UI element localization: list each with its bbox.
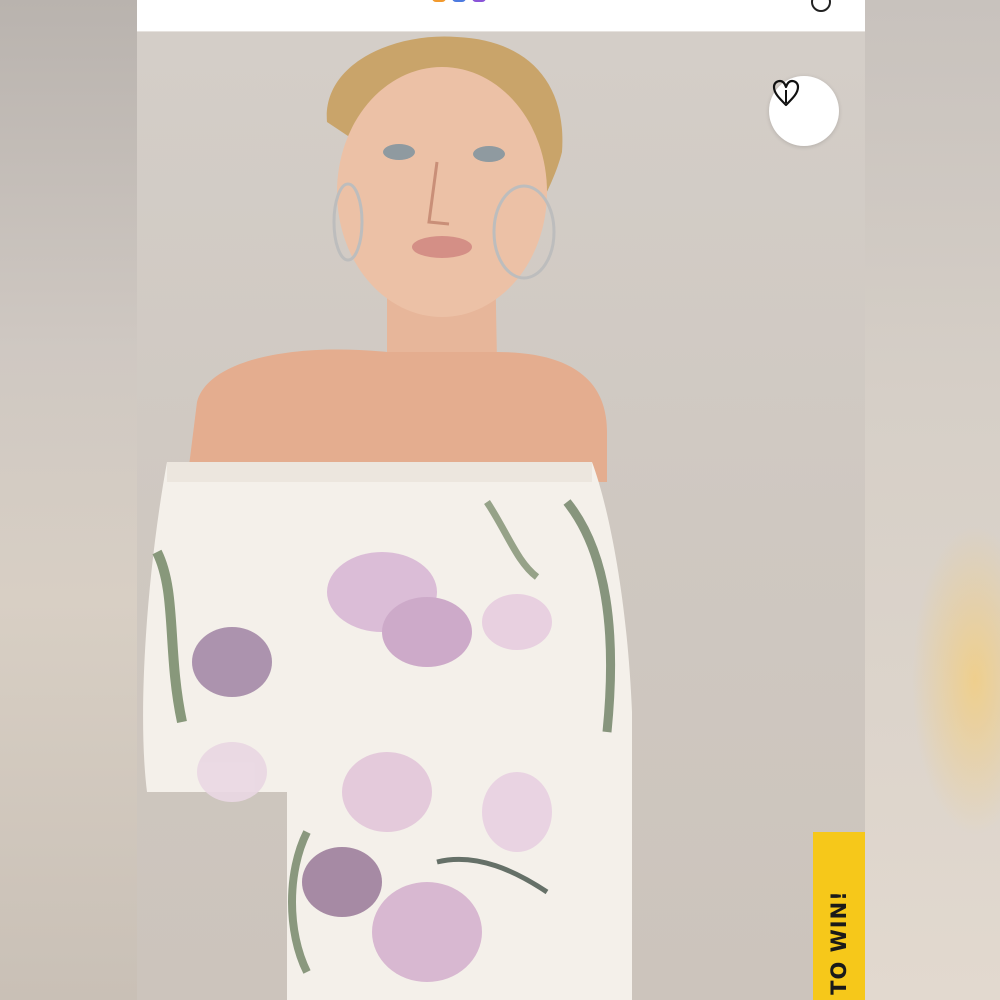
app-screen [137,0,865,1000]
product-image[interactable] [137,32,865,1000]
model-photo-illustration [143,36,632,1000]
promo-tab[interactable]: N TO WIN! [813,832,865,1000]
blurred-background-left [0,0,137,1000]
heart-icon [772,79,800,107]
promo-label: N TO WIN! [827,890,851,1000]
top-bar [137,0,865,32]
account-icon[interactable] [811,0,831,12]
favorite-button[interactable] [769,76,839,146]
app-logo[interactable] [432,0,512,6]
blurred-background-right [865,0,1000,1000]
